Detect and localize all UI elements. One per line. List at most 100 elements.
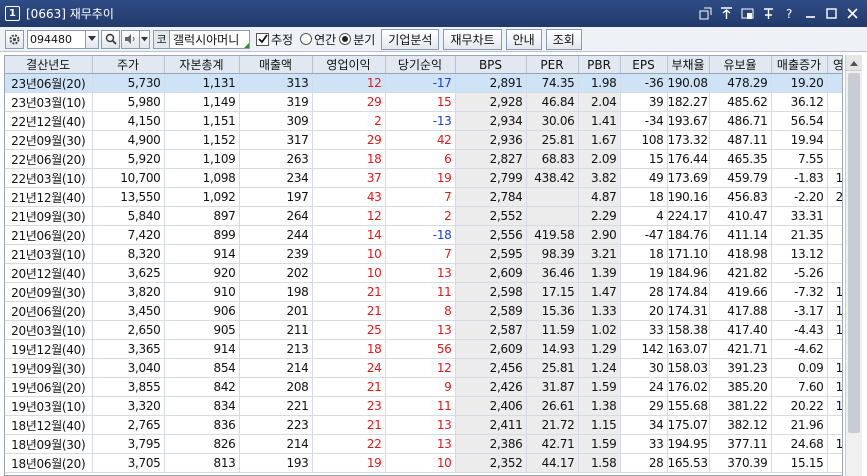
table-cell: 319 — [239, 92, 313, 112]
table-cell: 21년06월(20) — [5, 225, 93, 245]
table-row[interactable]: 21년03월(10) 8,320 914 239 10 7 2,595 98.39 3.21 18… — [5, 244, 842, 264]
table-row[interactable]: 18년09월(30) 3,795 826 214 22 13 2,386 42.71 1.59 3… — [5, 434, 842, 454]
table-cell: 826 — [164, 434, 240, 454]
table-cell: 21년09월(30) — [5, 206, 93, 226]
table-row[interactable]: 18년12월(40) 2,765 836 223 21 13 2,411 21.72 1.15 3… — [5, 415, 842, 435]
table-cell: 13.12 — [771, 244, 828, 264]
vertical-scrollbar[interactable] — [845, 55, 862, 476]
company-analysis-button[interactable]: 기업분석 — [381, 28, 440, 50]
annual-radio[interactable]: 연간 — [300, 31, 336, 48]
table-cell: 142 — [620, 339, 668, 359]
table-row[interactable]: 19년12월(40) 3,365 914 213 18 56 2,609 14.93 1.29 1… — [5, 339, 842, 359]
table-row[interactable]: 22년06월(20) 5,920 1,109 263 18 6 2,827 68.83 2.09… — [5, 149, 842, 169]
maximize-icon[interactable] — [823, 4, 840, 22]
column-header[interactable]: PBR — [578, 56, 621, 74]
table-cell: 7.55 — [771, 149, 828, 169]
column-header[interactable]: 영익률 — [827, 56, 842, 74]
table-row[interactable]: 22년12월(40) 4,150 1,151 309 2 -13 2,934 30.06 1.4… — [5, 111, 842, 131]
column-header[interactable]: 당기순익 — [385, 56, 456, 74]
table-cell: -7.32 — [771, 282, 828, 302]
table-cell: 4.87 — [578, 187, 621, 207]
table-cell: 176.02 — [667, 377, 710, 397]
table-cell: 1.15 — [578, 415, 621, 435]
query-button[interactable]: 조회 — [545, 28, 582, 50]
column-header[interactable]: 주가 — [92, 56, 165, 74]
table-cell: 2,650 — [92, 320, 165, 340]
help-icon[interactable]: ? — [781, 4, 798, 22]
column-header[interactable]: 매출액 — [239, 56, 313, 74]
scroll-up-button[interactable] — [846, 55, 862, 71]
market-prefix: 코 — [154, 30, 170, 48]
table-cell: 39 — [620, 92, 668, 112]
table-row[interactable]: 23년03월(10) 5,980 1,149 319 29 15 2,928 46.84 2.0… — [5, 92, 842, 112]
table-row[interactable]: 20년12월(40) 3,625 920 202 10 13 2,609 36.46 1.39 1… — [5, 263, 842, 283]
screenshot-icon[interactable] — [739, 4, 756, 22]
quarterly-radio[interactable]: 분기 — [339, 31, 375, 48]
minimize-icon[interactable] — [802, 4, 819, 22]
table-row[interactable]: 23년06월(20) 5,730 1,131 313 12 -17 2,891 74.35 1.… — [5, 73, 842, 93]
table-cell: 2,934 — [455, 111, 527, 131]
table-row[interactable]: 22년03월(10) 10,700 1,098 234 37 19 2,799 438.42 3… — [5, 168, 842, 188]
column-header[interactable]: 매출증가 — [771, 56, 828, 74]
table-row[interactable]: 21년06월(20) 7,420 899 244 14 -18 2,556 419.58 2.9… — [5, 225, 842, 245]
table-row[interactable]: 19년09월(30) 3,040 854 214 24 12 2,456 25.81 1.24 3… — [5, 358, 842, 378]
table-cell: -5.26 — [771, 263, 828, 283]
pin-top-icon[interactable] — [718, 4, 735, 22]
table-cell: -36 — [620, 73, 668, 93]
column-header[interactable]: EPS — [620, 56, 668, 74]
column-header[interactable]: 결산년도 — [5, 56, 93, 74]
table-cell: 417.40 — [709, 320, 772, 340]
table-cell: 22년12월(40) — [5, 111, 93, 131]
close-icon[interactable] — [844, 4, 861, 22]
radio-circle-selected[interactable] — [339, 33, 352, 45]
table-cell: 1,092 — [164, 187, 240, 207]
table-cell: 15.61 — [827, 168, 842, 188]
table-cell: 36.12 — [771, 92, 828, 112]
stock-code-input[interactable]: 094480 — [27, 29, 86, 49]
table-row[interactable]: 21년09월(30) 5,840 897 264 12 2 2,552 2.29 4 224.17… — [5, 206, 842, 226]
table-row[interactable]: 20년09월(30) 3,820 910 198 21 11 2,598 17.15 1.47 2… — [5, 282, 842, 302]
table-cell: 854 — [164, 358, 240, 378]
table-row[interactable]: 19년06월(20) 3,855 842 208 21 9 2,426 31.87 1.59 24… — [5, 377, 842, 397]
table-cell: 421.71 — [709, 339, 772, 359]
table-cell: 4,900 — [92, 130, 165, 150]
column-header[interactable]: PER — [526, 56, 579, 74]
table-cell: -17 — [385, 73, 456, 93]
speaker-button[interactable] — [121, 29, 140, 49]
table-cell: 2 — [385, 206, 456, 226]
radio-circle[interactable] — [300, 33, 313, 45]
table-cell: 456.83 — [709, 187, 772, 207]
checkbox-box[interactable] — [256, 32, 269, 46]
link-window-icon[interactable] — [697, 4, 714, 22]
table-cell: 171.10 — [667, 244, 710, 264]
table-cell: 18년06월(20) — [5, 453, 93, 473]
table-cell: 12 — [385, 358, 456, 378]
table-row[interactable]: 18년06월(20) 3,705 813 193 19 10 2,352 44.17 1.58 2… — [5, 453, 842, 473]
table-row[interactable]: 20년06월(20) 3,450 906 201 21 8 2,589 15.36 1.33 20… — [5, 301, 842, 321]
guide-button[interactable]: 안내 — [505, 28, 542, 50]
scroll-thumb[interactable] — [848, 73, 860, 433]
check-icon — [257, 34, 268, 44]
stock-name-field[interactable]: 코 갤럭시아머니 — [153, 29, 250, 49]
estimate-checkbox[interactable]: 추정 — [256, 31, 293, 48]
table-cell: 2.04 — [578, 92, 621, 112]
table-row[interactable]: 21년12월(40) 13,550 1,092 197 43 7 2,784 4.87 18 19… — [5, 187, 842, 207]
column-header[interactable]: 유보율 — [709, 56, 772, 74]
table-cell: 2,426 — [455, 377, 527, 397]
column-header[interactable]: 자본총계 — [164, 56, 240, 74]
table-row[interactable]: 20년03월(10) 2,650 905 211 25 13 2,587 11.59 1.02 3… — [5, 320, 842, 340]
financial-chart-button[interactable]: 재무차트 — [443, 28, 502, 50]
table-row[interactable]: 22년09월(30) 4,900 1,152 317 29 42 2,936 25.81 1.6… — [5, 130, 842, 150]
table-cell: 411.14 — [709, 225, 772, 245]
gear-button[interactable] — [5, 29, 24, 49]
column-header[interactable]: 부채율 — [667, 56, 710, 74]
table-row[interactable]: 19년03월(10) 3,320 834 221 23 11 2,406 26.61 1.38 2… — [5, 396, 842, 416]
table-cell: 5,730 — [92, 73, 165, 93]
column-header[interactable]: BPS — [455, 56, 527, 74]
search-button[interactable] — [101, 29, 120, 49]
speaker-dropdown-button[interactable] — [140, 29, 150, 49]
settings-pin-icon[interactable] — [760, 4, 777, 22]
column-header[interactable]: 영업이익 — [312, 56, 386, 74]
table-cell: 10.22 — [827, 301, 842, 321]
code-dropdown-button[interactable] — [86, 29, 99, 49]
